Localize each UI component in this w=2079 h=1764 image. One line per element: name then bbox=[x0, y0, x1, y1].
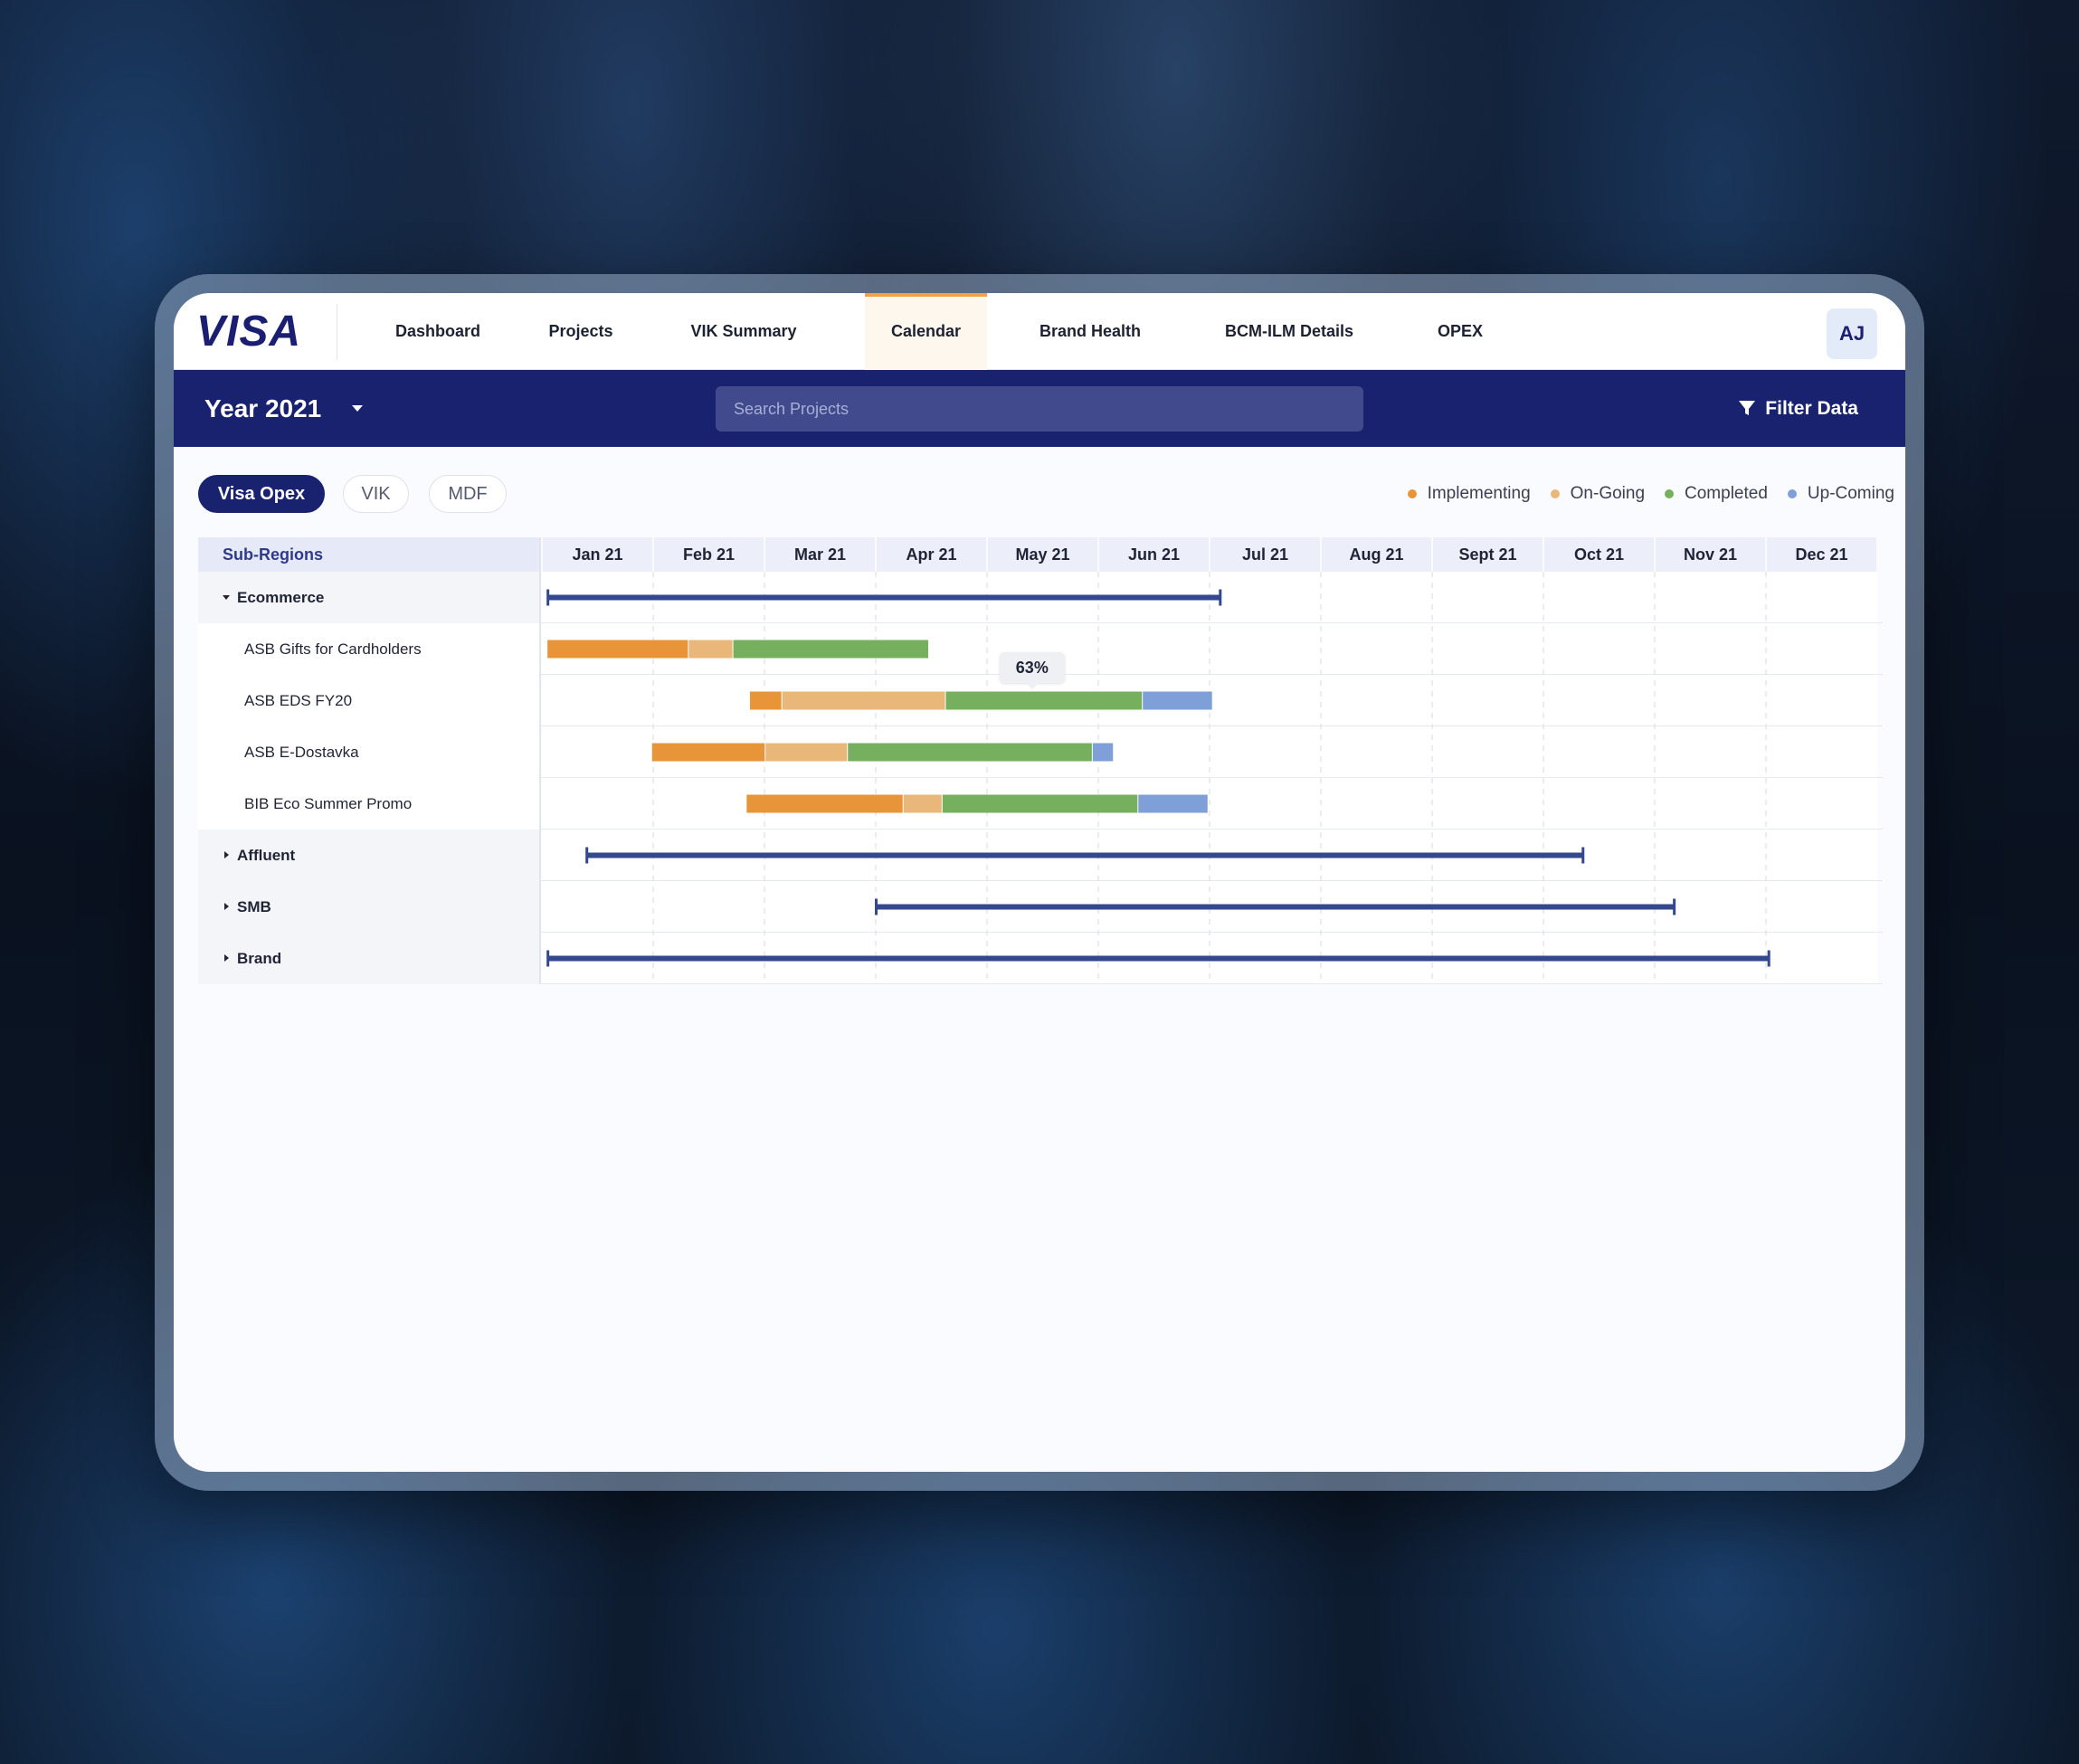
year-selector[interactable]: Year 2021 bbox=[204, 370, 321, 447]
bar-segment-on-going bbox=[782, 691, 945, 710]
summary-bar-start-cap bbox=[585, 847, 589, 864]
group-row-smb[interactable]: SMB bbox=[198, 881, 539, 933]
row-label: ASB Gifts for Cardholders bbox=[244, 640, 422, 658]
summary-bar-affluent bbox=[586, 852, 1584, 858]
row-label: BIB Eco Summer Promo bbox=[244, 795, 413, 812]
legend-dot-up-coming bbox=[1787, 489, 1797, 498]
legend-on-going: On-Going bbox=[1550, 484, 1646, 504]
bar-segment-implementing bbox=[746, 794, 903, 813]
summary-bar-end-cap bbox=[1767, 950, 1770, 967]
bar-segment-implementing bbox=[651, 743, 765, 762]
row-label: ASB EDS FY20 bbox=[244, 692, 353, 709]
month-header-jan-21: Jan 21 bbox=[543, 537, 652, 572]
month-header-jul-21: Jul 21 bbox=[1210, 537, 1320, 572]
caret-right-icon[interactable] bbox=[224, 954, 229, 962]
month-header-may-21: May 21 bbox=[988, 537, 1097, 572]
calendar-gantt: Sub-Regions Jan 21 Feb 21 Mar 21 Apr 21 May … bbox=[198, 537, 1883, 986]
tablet-frame: VISA Dashboard Projects VIK Summary Cale… bbox=[155, 274, 1924, 1491]
task-row-asb-gifts-for-cardholders[interactable]: ASB Gifts for Cardholders bbox=[198, 623, 539, 675]
row-label: SMB bbox=[237, 898, 271, 915]
legend-dot-on-going bbox=[1550, 489, 1560, 498]
filter-data-label: Filter Data bbox=[1765, 398, 1858, 419]
bar-segment-on-going bbox=[903, 794, 942, 813]
legend-label: On-Going bbox=[1570, 484, 1646, 503]
bar-segment-implementing bbox=[750, 691, 782, 710]
legend-label: Implementing bbox=[1427, 484, 1531, 503]
bar-segment-completed bbox=[942, 794, 1138, 813]
task-row-asb-e-dostavka[interactable]: ASB E-Dostavka bbox=[198, 726, 539, 778]
nav-bcm-ilm-details[interactable]: BCM-ILM Details bbox=[1208, 293, 1371, 370]
bar-segment-up-coming bbox=[1138, 794, 1208, 813]
summary-bar-end-cap bbox=[1219, 589, 1222, 606]
group-row-brand[interactable]: Brand bbox=[198, 933, 539, 984]
toggle-mdf[interactable]: MDF bbox=[429, 475, 507, 513]
caret-down-icon[interactable] bbox=[223, 595, 230, 600]
nav-calendar[interactable]: Calendar bbox=[865, 293, 987, 370]
legend-up-coming: Up-Coming bbox=[1787, 484, 1894, 504]
bar-segment-on-going bbox=[765, 743, 848, 762]
month-header-dec-21: Dec 21 bbox=[1767, 537, 1876, 572]
legend-label: Up-Coming bbox=[1807, 484, 1894, 503]
visa-logo[interactable]: VISA bbox=[196, 309, 301, 355]
month-header-feb-21: Feb 21 bbox=[654, 537, 764, 572]
year-toolbar: Year 2021 Filter Data bbox=[174, 370, 1905, 447]
caret-right-icon[interactable] bbox=[224, 903, 229, 910]
bar-segment-implementing bbox=[547, 640, 688, 659]
legend-dot-implementing bbox=[1407, 489, 1417, 498]
user-avatar[interactable]: AJ bbox=[1827, 308, 1877, 359]
bar-segment-completed bbox=[945, 691, 1143, 710]
progress-tooltip: 63% bbox=[999, 651, 1065, 689]
summary-bar-brand bbox=[547, 955, 1770, 962]
row-label: Brand bbox=[237, 950, 282, 967]
legend-completed: Completed bbox=[1665, 484, 1768, 504]
group-row-ecommerce[interactable]: Ecommerce bbox=[198, 572, 539, 623]
legend-dot-completed bbox=[1665, 489, 1675, 498]
bar-segment-up-coming bbox=[1092, 743, 1114, 762]
filter-data-button[interactable]: Filter Data bbox=[1738, 370, 1858, 447]
status-legend: Implementing On-Going Completed Up-Comin… bbox=[1407, 474, 1894, 514]
toggle-visa-opex[interactable]: Visa Opex bbox=[198, 475, 325, 513]
legend-label: Completed bbox=[1685, 484, 1768, 503]
search-projects-input[interactable] bbox=[716, 386, 1363, 432]
month-header-aug-21: Aug 21 bbox=[1322, 537, 1431, 572]
app-screen: VISA Dashboard Projects VIK Summary Cale… bbox=[174, 293, 1905, 1472]
month-header-nov-21: Nov 21 bbox=[1656, 537, 1765, 572]
task-row-bib-eco-summer-promo[interactable]: BIB Eco Summer Promo bbox=[198, 778, 539, 830]
month-header-oct-21: Oct 21 bbox=[1544, 537, 1654, 572]
summary-bar-ecommerce bbox=[547, 594, 1221, 601]
row-label: Affluent bbox=[237, 847, 296, 864]
nav-brand-health[interactable]: Brand Health bbox=[1027, 293, 1153, 370]
bar-segment-on-going bbox=[688, 640, 733, 659]
bar-segment-up-coming bbox=[1143, 691, 1212, 710]
summary-bar-start-cap bbox=[546, 950, 550, 967]
summary-bar-end-cap bbox=[1673, 898, 1676, 915]
month-header-jun-21: Jun 21 bbox=[1099, 537, 1209, 572]
summary-bar-end-cap bbox=[1581, 847, 1585, 864]
month-header-apr-21: Apr 21 bbox=[877, 537, 986, 572]
row-label: ASB E-Dostavka bbox=[244, 744, 359, 761]
filter-icon bbox=[1739, 401, 1756, 415]
nav-dashboard[interactable]: Dashboard bbox=[370, 293, 506, 370]
summary-bar-start-cap bbox=[875, 898, 878, 915]
row-label: Ecommerce bbox=[237, 589, 325, 606]
top-navigation: VISA Dashboard Projects VIK Summary Cale… bbox=[174, 293, 1905, 370]
bar-segment-completed bbox=[733, 640, 929, 659]
month-header-mar-21: Mar 21 bbox=[765, 537, 875, 572]
nav-vik-summary[interactable]: VIK Summary bbox=[680, 293, 807, 370]
nav-projects[interactable]: Projects bbox=[527, 293, 635, 370]
group-row-affluent[interactable]: Affluent bbox=[198, 830, 539, 881]
legend-implementing: Implementing bbox=[1407, 484, 1531, 504]
caret-down-icon[interactable] bbox=[352, 405, 363, 412]
summary-bar-smb bbox=[876, 904, 1676, 910]
month-header-sept-21: Sept 21 bbox=[1433, 537, 1543, 572]
toggle-vik[interactable]: VIK bbox=[343, 475, 409, 513]
caret-right-icon[interactable] bbox=[224, 851, 229, 858]
nav-opex[interactable]: OPEX bbox=[1415, 293, 1505, 370]
task-row-asb-eds-fy20[interactable]: ASB EDS FY20 bbox=[198, 675, 539, 726]
summary-bar-start-cap bbox=[546, 589, 550, 606]
sub-regions-header: Sub-Regions bbox=[198, 537, 539, 572]
bar-segment-completed bbox=[848, 743, 1092, 762]
